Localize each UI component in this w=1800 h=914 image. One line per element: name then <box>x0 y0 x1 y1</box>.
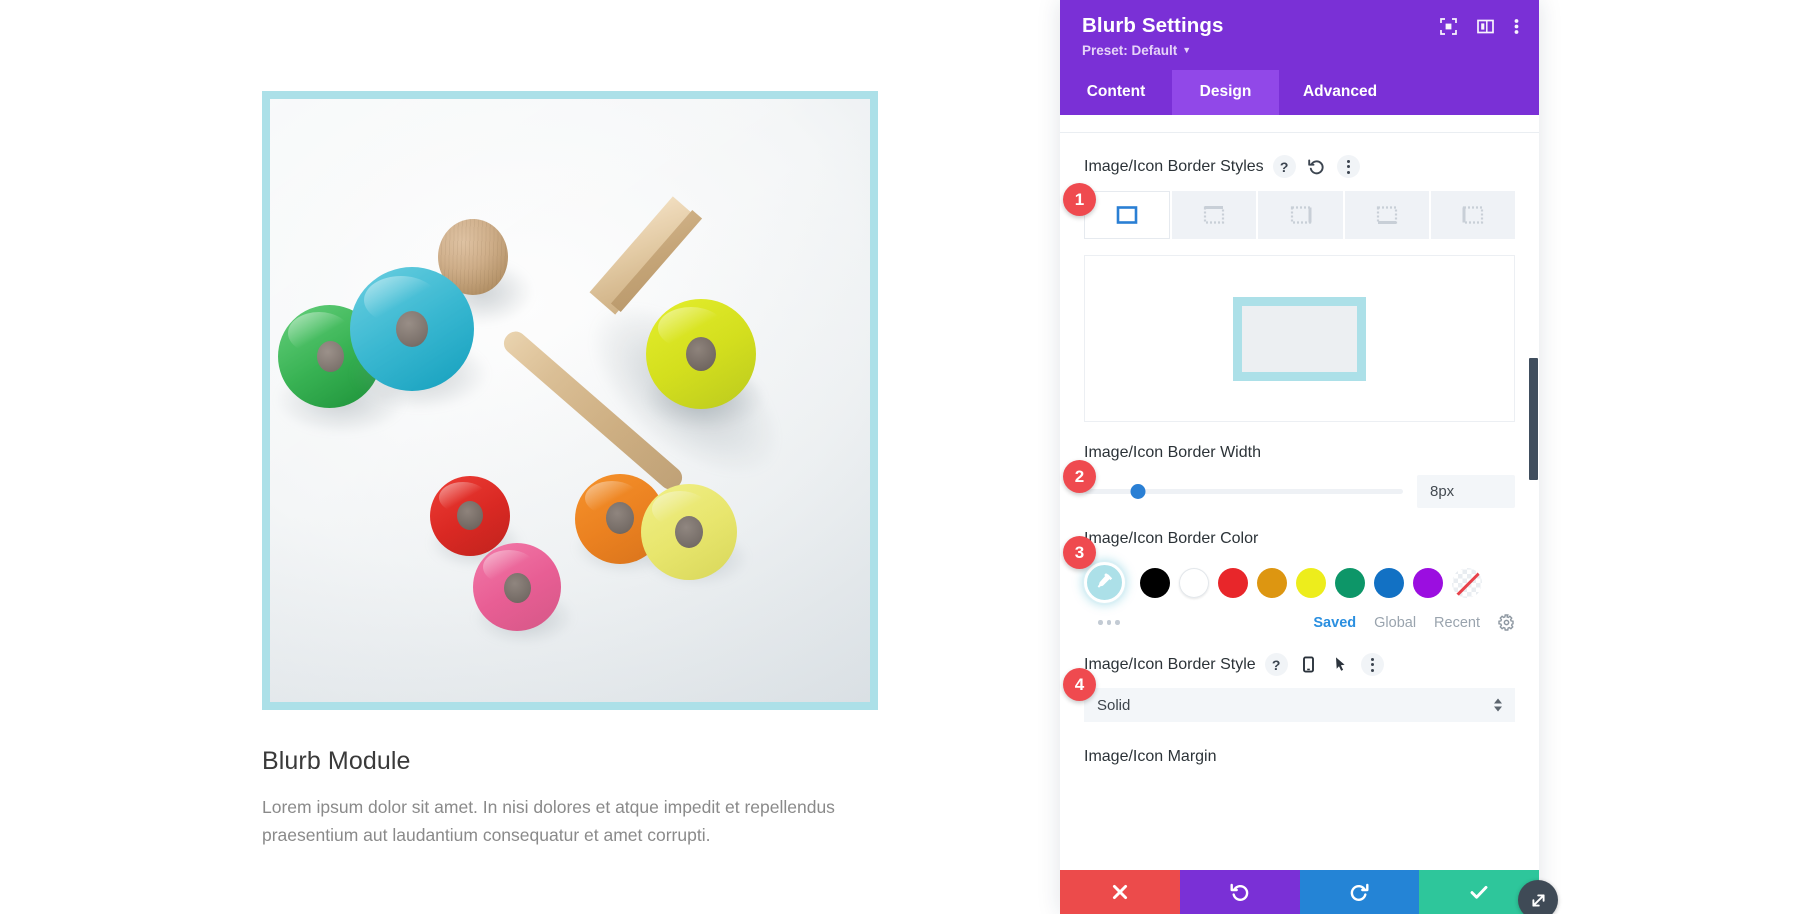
border-top-side-option[interactable] <box>1172 191 1257 239</box>
border-width-input[interactable] <box>1417 475 1515 508</box>
color-swatch-row <box>1084 562 1515 603</box>
help-icon[interactable]: ? <box>1272 155 1296 178</box>
redo-button[interactable] <box>1299 870 1420 914</box>
palette-tab-saved[interactable]: Saved <box>1313 615 1356 631</box>
blurb-title: Blurb Module <box>262 747 411 775</box>
border-bottom-side-option[interactable] <box>1344 191 1429 239</box>
panel-tabs: Content Design Advanced <box>1060 70 1539 115</box>
more-colors-icon[interactable] <box>1084 620 1120 625</box>
border-all-sides-option[interactable] <box>1084 191 1171 239</box>
panel-body: Image/Icon Border Styles ? Image/Icon Bo… <box>1060 115 1539 870</box>
blurb-settings-panel: Blurb Settings Preset: Default ▼ Content… <box>1060 0 1558 914</box>
field-image-icon-border-styles: Image/Icon Border Styles ? <box>1084 133 1516 239</box>
field-image-icon-border-style: Image/Icon Border Style ? Solid <box>1084 631 1515 722</box>
panel-title: Blurb Settings <box>1082 14 1224 37</box>
tab-design[interactable]: Design <box>1172 70 1279 115</box>
swatch-orange[interactable] <box>1257 567 1287 598</box>
hover-cursor-icon[interactable] <box>1329 653 1352 676</box>
kebab-menu-icon[interactable] <box>1336 155 1360 178</box>
swatch-white[interactable] <box>1179 567 1209 598</box>
field-image-icon-border-color: Image/Icon Border Color Saved Global Rec… <box>1084 508 1515 631</box>
kebab-menu-icon[interactable] <box>1514 18 1519 35</box>
field-label: Image/Icon Border Width <box>1084 444 1261 461</box>
border-style-value: Solid <box>1097 696 1131 714</box>
help-glyph: ? <box>1279 158 1289 175</box>
blurb-description: Lorem ipsum dolor sit amet. In nisi dolo… <box>262 797 835 846</box>
step-badge-4: 4 <box>1063 668 1096 701</box>
focus-target-icon[interactable] <box>1440 18 1457 35</box>
help-icon[interactable]: ? <box>1264 653 1288 676</box>
kebab-dots <box>1346 159 1350 174</box>
blurb-image-frame[interactable] <box>262 91 878 710</box>
kebab-dots <box>1370 657 1374 672</box>
border-left-side-option[interactable] <box>1430 191 1516 239</box>
swatch-blue[interactable] <box>1374 567 1404 598</box>
step-badge-2: 2 <box>1063 460 1096 493</box>
toy-photo <box>270 99 870 702</box>
page-canvas: Blurb Module Lorem ipsum dolor sit amet.… <box>0 0 1060 914</box>
preset-label: Preset: Default <box>1082 43 1178 58</box>
resize-diagonal-icon[interactable] <box>1518 880 1558 914</box>
close-icon <box>1112 884 1127 900</box>
panel-footer-actions <box>1060 870 1539 914</box>
field-image-icon-border-width: Image/Icon Border Width <box>1084 422 1515 508</box>
step-badge-1: 1 <box>1063 183 1096 216</box>
border-preview-box <box>1233 296 1366 381</box>
kebab-menu-icon[interactable] <box>1360 653 1384 676</box>
gear-icon[interactable] <box>1498 614 1515 631</box>
swatch-red[interactable] <box>1218 567 1248 598</box>
preset-selector[interactable]: Preset: Default ▼ <box>1082 43 1519 58</box>
palette-tab-recent[interactable]: Recent <box>1434 615 1480 631</box>
panel-scrollbar[interactable] <box>1529 358 1538 480</box>
border-style-select[interactable]: Solid <box>1084 688 1515 722</box>
tab-content[interactable]: Content <box>1060 70 1172 115</box>
blurb-module[interactable]: Blurb Module Lorem ipsum dolor sit amet.… <box>262 91 878 850</box>
border-style-select-wrap: Solid <box>1084 688 1515 722</box>
check-icon <box>1470 885 1488 899</box>
swatch-green[interactable] <box>1335 567 1365 598</box>
redo-icon <box>1351 883 1369 901</box>
field-label: Image/Icon Border Style <box>1084 655 1256 673</box>
blurb-image <box>270 99 870 702</box>
border-preview-area <box>1084 255 1515 422</box>
swatch-yellow[interactable] <box>1296 567 1326 598</box>
border-right-side-option[interactable] <box>1258 191 1343 239</box>
field-label: Image/Icon Border Styles <box>1084 157 1264 175</box>
field-label: Image/Icon Border Color <box>1084 530 1259 547</box>
border-width-slider[interactable] <box>1084 481 1403 503</box>
color-palette-controls: Saved Global Recent <box>1084 614 1515 631</box>
swatch-none[interactable] <box>1452 567 1482 598</box>
help-glyph: ? <box>1271 656 1281 673</box>
cancel-button[interactable] <box>1060 870 1180 914</box>
mobile-responsive-icon[interactable] <box>1297 653 1320 676</box>
chevron-down-icon: ▼ <box>1182 45 1192 55</box>
layout-columns-icon[interactable] <box>1477 18 1494 35</box>
undo-button[interactable] <box>1179 870 1300 914</box>
swatch-purple[interactable] <box>1413 567 1443 598</box>
swatch-black[interactable] <box>1140 567 1170 598</box>
step-badge-3: 3 <box>1063 536 1096 569</box>
tab-advanced[interactable]: Advanced <box>1279 70 1401 115</box>
palette-tab-global[interactable]: Global <box>1374 615 1416 631</box>
select-spinner-icon <box>1494 698 1502 712</box>
border-style-sides-group <box>1084 191 1516 239</box>
slider-thumb[interactable] <box>1130 484 1146 499</box>
previous-section-divider <box>1060 115 1539 133</box>
undo-icon <box>1230 883 1248 901</box>
eyedropper-icon[interactable] <box>1084 562 1125 603</box>
field-label-image-icon-margin: Image/Icon Margin <box>1084 748 1217 765</box>
panel-header: Blurb Settings Preset: Default ▼ <box>1060 0 1539 70</box>
reset-icon[interactable] <box>1305 155 1328 178</box>
